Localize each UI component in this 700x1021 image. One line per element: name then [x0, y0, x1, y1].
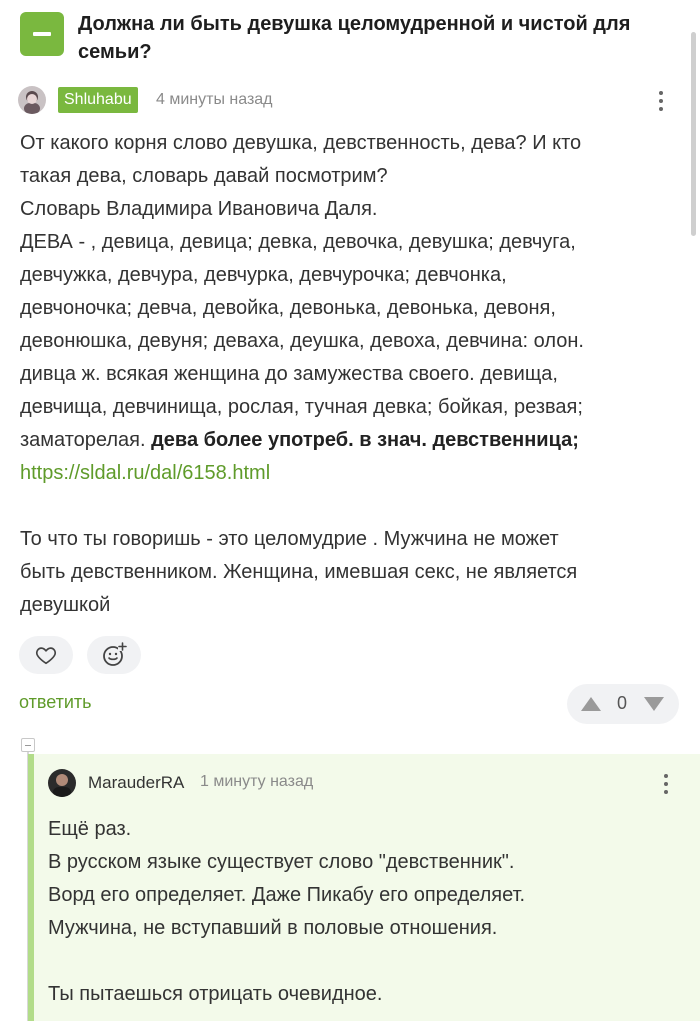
scrollbar[interactable]	[691, 32, 696, 236]
heart-icon	[36, 647, 56, 665]
comment-line: девонюшка, девуня; деваха, деушка, девох…	[20, 330, 584, 352]
more-vertical-icon[interactable]	[651, 88, 671, 114]
comment-line: дивца ж. всякая женщина до замужества св…	[20, 363, 558, 385]
collapse-post-button[interactable]	[20, 12, 64, 56]
post-title[interactable]: Должна ли быть девушка целомудренной и ч…	[78, 10, 678, 66]
comment-bold-text: дева более употреб. в знач. девственница…	[151, 429, 579, 451]
comment-meta: Shluhabu 4 минуты назад	[18, 86, 682, 116]
comment-line: От какого корня слово девушка, девственн…	[20, 132, 582, 154]
comment-line: быть девственником. Женщина, имевшая сек…	[20, 561, 578, 583]
comment-line: такая дева, словарь давай посмотрим?	[20, 165, 388, 187]
avatar[interactable]	[48, 769, 76, 797]
reply-line: В русском языке существует слово "девств…	[48, 851, 515, 873]
post-header: Должна ли быть девушка целомудренной и ч…	[20, 10, 680, 68]
dictionary-link[interactable]: https://sldal.ru/dal/6158.html	[20, 462, 270, 484]
comment-line: То что ты говоришь - это целомудрие . Му…	[20, 528, 559, 550]
comment-line: девушкой	[20, 594, 111, 616]
like-button[interactable]	[19, 636, 73, 674]
comment-line: https://sldal.ru/dal/6158.html	[20, 457, 685, 490]
reply-line: Ворд его определяет. Даже Пикабу его опр…	[48, 884, 526, 906]
reply-author-name[interactable]: MarauderRA	[88, 773, 184, 793]
rating-count: 0	[616, 693, 627, 713]
arrow-up-icon[interactable]	[579, 694, 603, 714]
author-name[interactable]: Shluhabu	[58, 87, 138, 113]
reply-line: Ещё раз.	[48, 818, 132, 840]
more-vertical-icon[interactable]	[656, 771, 676, 797]
reply-line: Ты пытаешься отрицать очевидное.	[48, 983, 383, 1005]
reply-button[interactable]: ответить	[19, 692, 92, 713]
emoji-reaction-button[interactable]	[87, 636, 141, 674]
reply-timestamp[interactable]: 1 минуту назад	[200, 773, 313, 791]
comment-line: Словарь Владимира Ивановича Даля.	[20, 198, 378, 220]
comment-line: девчужка, девчура, девчурка, девчурочка;…	[20, 264, 507, 286]
comment-line: девчища, девчинища, рослая, тучная девка…	[20, 396, 583, 418]
rating-control: 0	[567, 684, 679, 724]
collapse-thread-button[interactable]	[21, 738, 35, 752]
comment-timestamp[interactable]: 4 минуты назад	[156, 89, 273, 111]
arrow-down-icon[interactable]	[642, 694, 666, 714]
comment-text: заматорелая.	[20, 429, 152, 451]
reply-meta: MarauderRA 1 минуту назад	[48, 769, 688, 799]
comment-line: ДЕВА - , девица, девица; девка, девочка,…	[20, 231, 576, 253]
comment-line: заматорелая. дева более употреб. в знач.…	[20, 424, 685, 457]
reply-card: MarauderRA 1 минуту назад Ещё раз. В рус…	[28, 754, 700, 1021]
reply-line: Мужчина, не вступавший в половые отношен…	[48, 917, 498, 939]
comment-body: От какого корня слово девушка, девственн…	[20, 127, 685, 622]
smiley-add-icon	[103, 642, 127, 666]
comment-line: девчоночка; девча, девойка, девонька, де…	[20, 297, 556, 319]
reply-body: Ещё раз. В русском языке существует слов…	[48, 813, 688, 1011]
avatar[interactable]	[18, 86, 46, 114]
